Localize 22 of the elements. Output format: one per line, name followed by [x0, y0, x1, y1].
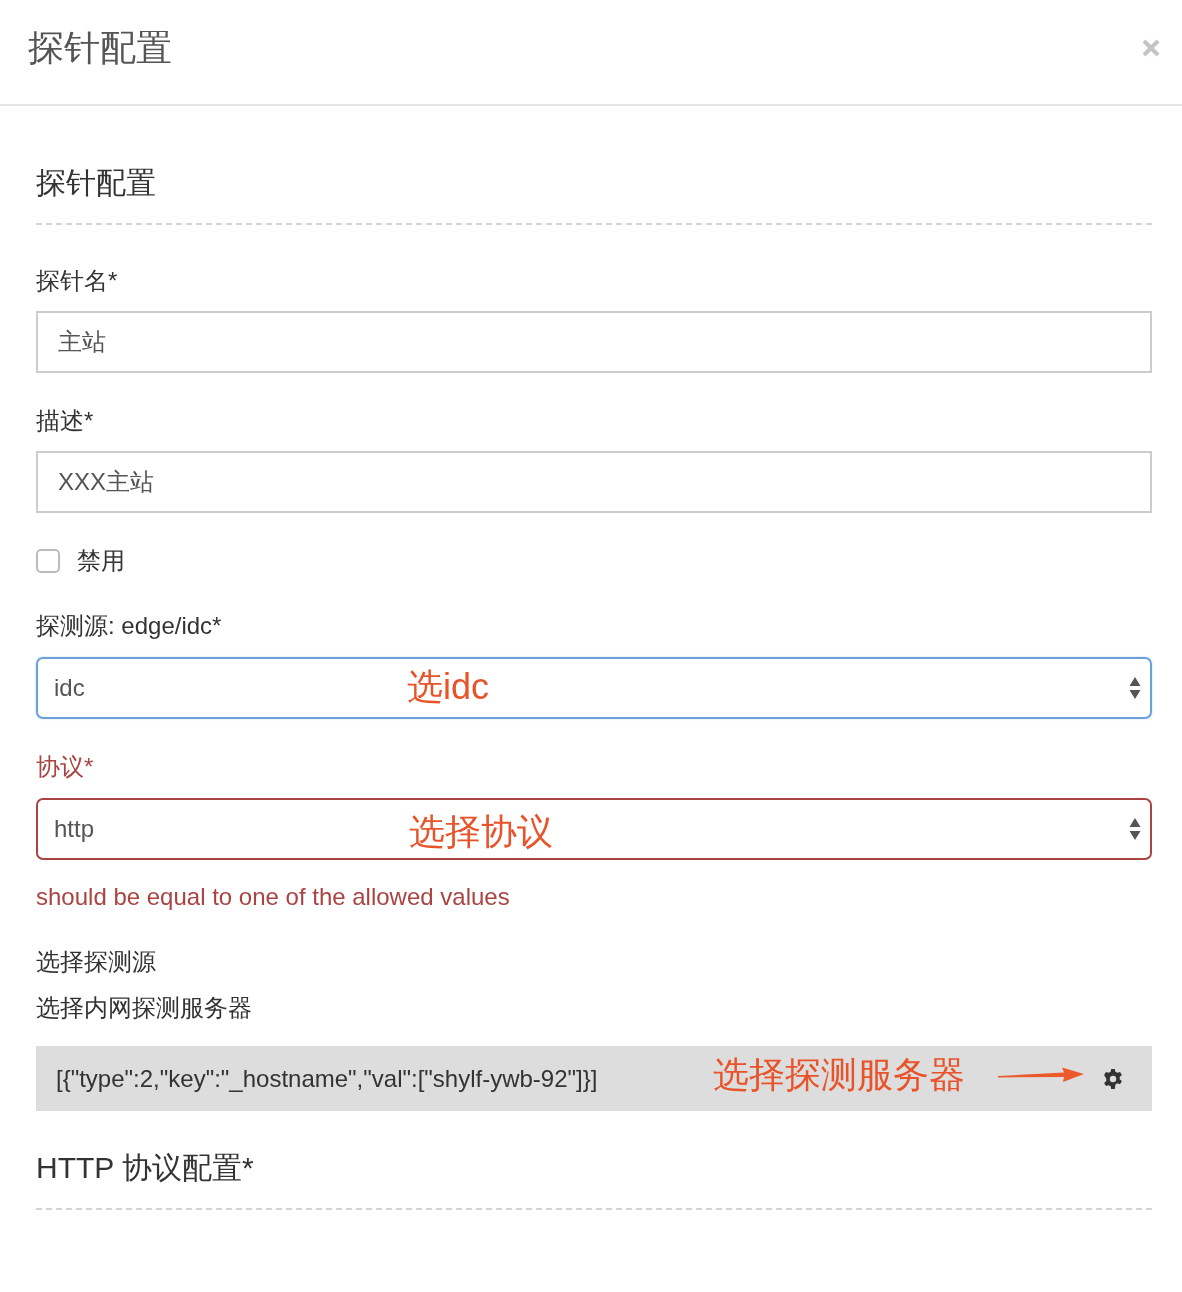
annotation-text: 选择探测服务器 [713, 1053, 965, 1097]
checkbox-label[interactable]: 禁用 [77, 544, 125, 578]
field-label: 协议* [36, 752, 94, 782]
settings-icon[interactable] [1102, 1067, 1124, 1090]
up-down-arrows-icon [1129, 817, 1141, 841]
close-icon[interactable] [1142, 39, 1160, 57]
error-message: should be equal to one of the allowed values [36, 882, 510, 912]
field-label: 描述* [36, 406, 94, 436]
dialog-title: 探针配置 [28, 26, 172, 70]
field-label: 选择探测源 [36, 947, 156, 977]
selected-servers-text: [{"type":2,"key":"_hostname","val":["shylf-ywb-92"]}] [56, 1064, 598, 1093]
annotation-text: 选择协议 [409, 810, 553, 854]
text-field[interactable]: XXX主站 [36, 451, 1152, 513]
checkbox[interactable] [36, 549, 60, 573]
field-label: 探针名* [36, 266, 118, 296]
annotation-text: 选idc [407, 665, 490, 709]
section-title: 探针配置 [36, 165, 156, 201]
field-hint: 选择内网探测服务器 [36, 993, 252, 1023]
section-title: HTTP 协议配置* [36, 1150, 254, 1186]
field-label: 探测源: edge/idc* [36, 611, 222, 641]
up-down-arrows-icon [1129, 676, 1141, 700]
text-field[interactable]: 主站 [36, 311, 1152, 373]
